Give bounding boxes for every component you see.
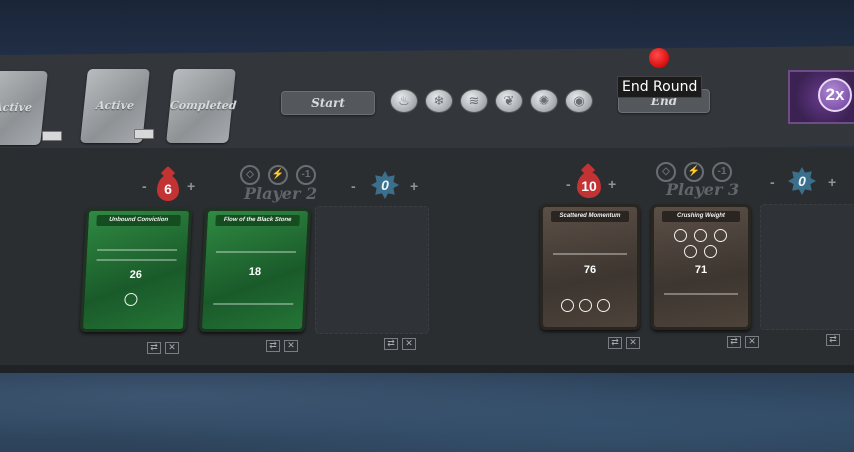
dark-element-icon[interactable]: ◉ [565,89,593,113]
card-divider [664,293,738,295]
deck-label: Completed [169,99,238,112]
card-controls: ⇄ ✕ [147,342,183,354]
active-deck-left[interactable]: Active [0,71,48,145]
empty-card-slot[interactable] [760,204,854,330]
card-circle-icon [579,299,592,312]
shield-icon[interactable]: ◇ [656,162,676,182]
card-divider [215,251,296,253]
card-controls: ⇄ ✕ [727,336,763,348]
card-title: Crushing Weight [662,211,740,222]
close-icon[interactable]: ✕ [284,340,298,352]
hp-minus-button[interactable]: - [566,176,571,192]
close-icon[interactable]: ✕ [402,338,416,350]
ability-card[interactable]: Flow of the Black Stone 18 [198,208,312,332]
card-title: Flow of the Black Stone [215,215,300,226]
card-title: Unbound Conviction [96,215,181,226]
close-icon[interactable]: ✕ [745,336,759,348]
ability-card[interactable]: Crushing Weight 71 [651,204,751,330]
light-element-icon[interactable]: ✺ [530,89,558,113]
deck-label: Active [95,99,135,112]
card-circle-icon [561,299,574,312]
swap-icon[interactable]: ⇄ [384,338,398,350]
completed-deck[interactable]: Completed [166,69,238,143]
card-controls: ⇄ [826,334,844,346]
player-name: Player 3 [666,180,740,199]
card-circle-icon [684,245,697,258]
hp-drop-icon: 6 [157,175,179,201]
xp-plus-button[interactable]: + [410,178,418,194]
fire-element-icon[interactable]: ♨ [390,89,418,113]
card-initiative: 71 [694,264,708,276]
hp-plus-button[interactable]: + [187,178,195,194]
swap-icon[interactable]: ⇄ [266,340,280,352]
card-divider [96,249,178,251]
lightning-icon[interactable]: ⚡ [268,165,288,185]
start-round-button[interactable]: Start [281,91,375,115]
swap-icon[interactable]: ⇄ [147,342,161,354]
card-initiative: 26 [129,269,143,281]
card-stack-icon [134,129,154,139]
card-controls: ⇄ ✕ [384,338,420,350]
card-controls: ⇄ ✕ [266,340,302,352]
table-floor-background [0,360,854,452]
round-badge: 2x [818,78,852,112]
card-circle-icon [674,229,687,242]
minus-one-icon[interactable]: -1 [712,162,732,182]
lightning-icon[interactable]: ⚡ [684,162,704,182]
ability-card[interactable]: Unbound Conviction 26 [79,208,193,332]
player-status-icons: ◇ ⚡ -1 [240,165,316,185]
swap-icon[interactable]: ⇄ [608,337,622,349]
card-divider [96,259,177,261]
minus-one-icon[interactable]: -1 [296,165,316,185]
hp-plus-button[interactable]: + [608,176,616,192]
ability-card[interactable]: Scattered Momentum 76 [540,204,640,330]
close-icon[interactable]: ✕ [165,342,179,354]
player-name: Player 2 [244,184,318,203]
close-icon[interactable]: ✕ [626,337,640,349]
earth-element-icon[interactable]: ❦ [495,89,523,113]
card-circle-icon [714,229,727,242]
xp-minus-button[interactable]: - [351,178,356,194]
xp-plus-button[interactable]: + [828,174,836,190]
deck-label: Active [0,101,33,114]
air-element-icon[interactable]: ≋ [460,89,488,113]
card-circle-icon [694,229,707,242]
hp-minus-button[interactable]: - [142,178,147,194]
hp-drop-icon: 10 [577,172,601,198]
xp-minus-button[interactable]: - [770,174,775,190]
card-title: Scattered Momentum [551,211,629,222]
card-controls: ⇄ ✕ [608,337,644,349]
shield-icon[interactable]: ◇ [240,165,260,185]
marker-token-icon [649,48,669,68]
card-circle-icon [704,245,717,258]
card-divider [213,303,294,305]
card-initiative: 76 [583,264,597,276]
ice-element-icon[interactable]: ❄ [425,89,453,113]
player-status-icons: ◇ ⚡ -1 [656,162,732,182]
swap-icon[interactable]: ⇄ [727,336,741,348]
card-circle-icon [597,299,610,312]
card-initiative: 18 [248,266,262,278]
end-round-tooltip: End Round [617,76,703,98]
card-stack-icon [42,131,62,141]
card-circle-icon [124,293,138,306]
swap-icon[interactable]: ⇄ [826,334,840,346]
empty-card-slot[interactable] [315,206,429,334]
card-divider [553,253,627,255]
